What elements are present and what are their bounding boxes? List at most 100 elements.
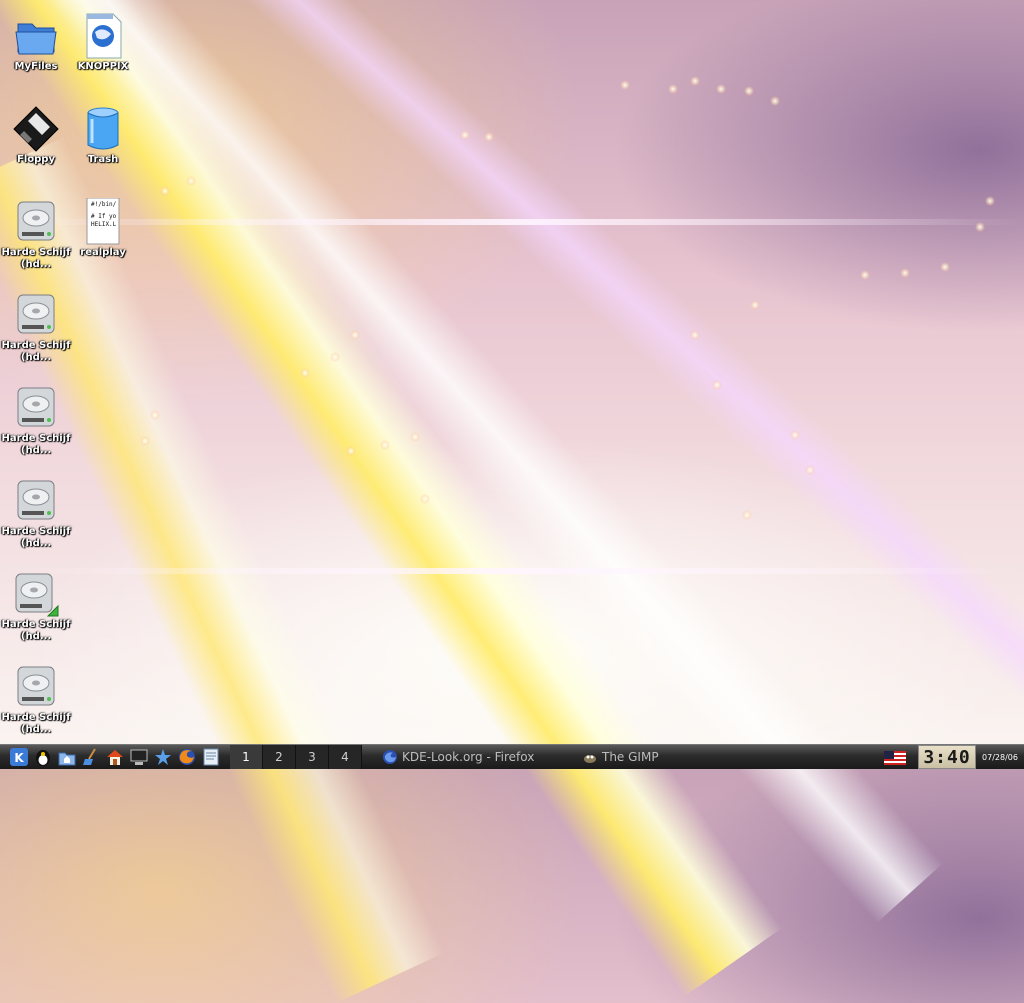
cleaner-button[interactable] <box>80 746 102 768</box>
sparkle <box>186 176 196 186</box>
sparkle <box>770 96 780 106</box>
folder-icon <box>12 12 60 60</box>
script-preview-line: # If yo <box>91 213 117 220</box>
task-gimp[interactable]: The GIMP <box>576 745 665 769</box>
task-firefox[interactable]: KDE-Look.org - Firefox <box>376 745 568 769</box>
sparkle <box>150 410 160 420</box>
sparkle <box>140 436 150 446</box>
hard-disk-icon <box>12 291 60 339</box>
desktop-4-button[interactable]: 4 <box>329 745 362 769</box>
us-flag-icon <box>884 751 906 765</box>
sparkle <box>712 380 722 390</box>
desktop-1-button[interactable]: 1 <box>230 745 263 769</box>
script-preview-line: #!/bin/ <box>91 201 117 208</box>
home-button[interactable] <box>104 746 126 768</box>
floppy-icon <box>12 105 60 153</box>
task-label: KDE-Look.org - Firefox <box>402 750 535 764</box>
hard-disk-icon <box>12 663 60 711</box>
icon-label: Harde Schijf (hd... <box>1 619 71 642</box>
sparkle <box>805 465 815 475</box>
sparkle <box>460 130 470 140</box>
icon-label: realplay <box>80 247 126 258</box>
desktop-icon-harddisk-1[interactable]: Harde Schijf (hd... <box>0 198 72 271</box>
sparkle <box>690 76 700 86</box>
sparkle <box>420 494 430 504</box>
text-editor-icon <box>203 748 219 766</box>
firefox-button[interactable] <box>176 746 198 768</box>
gimp-icon <box>584 755 596 763</box>
icon-label: MyFiles <box>14 61 58 72</box>
sparkle <box>975 222 985 232</box>
sparkle <box>484 132 494 142</box>
hard-disk-icon <box>12 477 60 525</box>
sparkle <box>668 84 678 94</box>
sparkle <box>346 446 356 456</box>
keyboard-layout-flag[interactable] <box>884 750 906 765</box>
sparkle <box>620 80 630 90</box>
sparkle <box>742 510 752 520</box>
html-document-icon <box>79 12 127 60</box>
home-folder-button[interactable] <box>56 746 78 768</box>
script-preview-line: HELIX.L <box>91 221 117 228</box>
kde-menu-button[interactable]: K <box>8 746 30 768</box>
hard-disk-icon <box>12 384 60 432</box>
firefox-globe-icon <box>383 750 397 764</box>
clock[interactable]: 3:40 <box>918 745 976 769</box>
sparkle <box>790 430 800 440</box>
taskbar: K 1 2 3 4 KDE-Look.org - Firefox The GIM… <box>0 744 1024 769</box>
sparkle <box>380 440 390 450</box>
desktop-icon-harddisk-6[interactable]: Harde Schijf (hd... <box>0 663 72 736</box>
kde-menu-icon: K <box>10 748 28 766</box>
sparkle <box>160 186 170 196</box>
sparkle <box>750 300 760 310</box>
sparkle <box>940 262 950 272</box>
sparkle <box>350 330 360 340</box>
task-label: The GIMP <box>602 750 659 764</box>
konqueror-button[interactable] <box>152 746 174 768</box>
hard-disk-mounted-icon <box>12 570 60 618</box>
icon-label: Harde Schijf (hd... <box>1 247 71 270</box>
trash-icon <box>79 105 127 153</box>
knoppix-penguin-icon <box>36 750 50 766</box>
system-tray: 3:40 07/28/06 <box>884 745 1024 769</box>
cleaner-icon <box>83 748 96 765</box>
terminal-icon <box>130 749 148 765</box>
knoppix-button[interactable] <box>32 746 54 768</box>
sparkle <box>985 196 995 206</box>
icon-label: Floppy <box>17 154 55 165</box>
icon-label: KNOPPIX <box>77 61 129 72</box>
icon-label: Harde Schijf (hd... <box>1 340 71 363</box>
sparkle <box>900 268 910 278</box>
quick-launch: K <box>8 746 224 768</box>
konqueror-icon <box>155 749 171 765</box>
sparkle <box>744 86 754 96</box>
desktop-icon-harddisk-3[interactable]: Harde Schijf (hd... <box>0 384 72 457</box>
desktop-icon-myfiles[interactable]: MyFiles <box>0 12 72 73</box>
icon-label: Harde Schijf (hd... <box>1 526 71 549</box>
desktop-2-button[interactable]: 2 <box>263 745 296 769</box>
sparkle <box>690 330 700 340</box>
desktop-3-button[interactable]: 3 <box>296 745 329 769</box>
desktop-icon-harddisk-2[interactable]: Harde Schijf (hd... <box>0 291 72 364</box>
script-file-icon: #!/bin/ # If yo HELIX.L <box>79 197 127 246</box>
desktop-icon-harddisk-4[interactable]: Harde Schijf (hd... <box>0 477 72 550</box>
sparkle <box>716 84 726 94</box>
desktop-icon-floppy[interactable]: Floppy <box>0 105 72 166</box>
svg-text:K: K <box>14 751 24 765</box>
icon-label: Harde Schijf (hd... <box>1 712 71 735</box>
desktop-icon-realplay[interactable]: #!/bin/ # If yo HELIX.L realplay <box>67 197 139 259</box>
icon-label: Trash <box>87 154 119 165</box>
desktop-pager: 1 2 3 4 <box>230 745 362 769</box>
clock-date: 07/28/06 <box>982 752 1018 762</box>
desktop-icon-harddisk-5[interactable]: Harde Schijf (hd... <box>0 570 72 643</box>
text-editor-button[interactable] <box>200 746 222 768</box>
terminal-button[interactable] <box>128 746 150 768</box>
house-icon <box>107 750 123 765</box>
sparkle <box>300 368 310 378</box>
firefox-icon <box>179 749 195 765</box>
sparkle <box>860 270 870 280</box>
desktop-icon-trash[interactable]: Trash <box>67 105 139 166</box>
icon-label: Harde Schijf (hd... <box>1 433 71 456</box>
desktop-icon-knoppix[interactable]: KNOPPIX <box>67 12 139 73</box>
sparkle <box>330 352 340 362</box>
